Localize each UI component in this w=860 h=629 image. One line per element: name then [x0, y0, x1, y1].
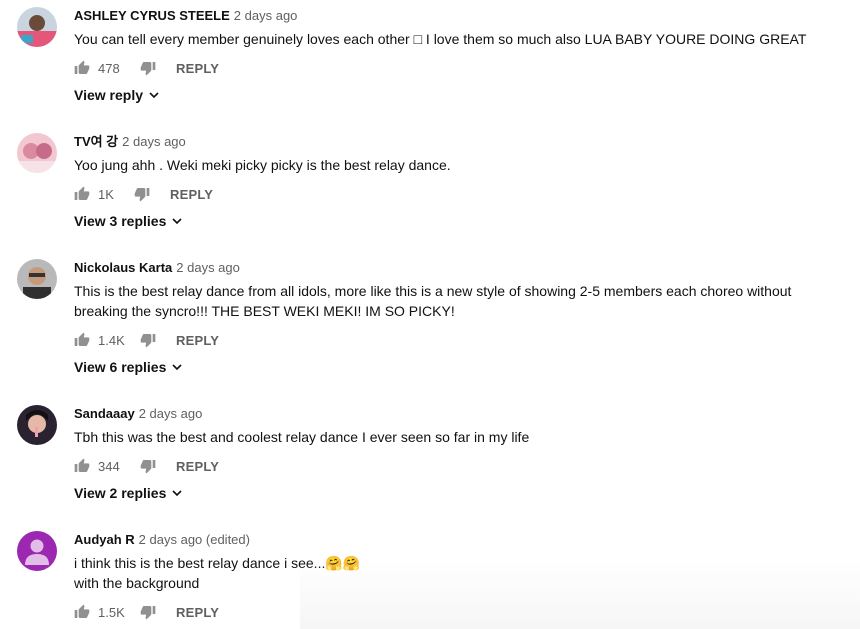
avatar[interactable] [17, 259, 57, 299]
reply-button[interactable]: REPLY [176, 333, 219, 348]
like-count: 478 [98, 60, 120, 76]
comment-text: Yoo jung ahh . Weki meki picky picky is … [74, 157, 451, 173]
like-count: 344 [98, 458, 120, 474]
view-replies-button[interactable]: View 3 replies [74, 213, 183, 229]
author-name[interactable]: Nickolaus Karta [74, 260, 172, 275]
chevron-down-icon [172, 364, 182, 371]
avatar[interactable] [17, 405, 57, 445]
comment-header: Sandaaay 2 days ago [74, 405, 202, 423]
author-name[interactable]: Sandaaay [74, 406, 135, 421]
comment-thread: ASHLEY CYRUS STEELE 2 days ago You can te… [0, 7, 860, 111]
chevron-down-icon [172, 490, 182, 497]
comment-timestamp[interactable]: 2 days ago [122, 134, 186, 149]
like-count: 1K [98, 186, 114, 202]
thumb-up-icon[interactable] [74, 458, 90, 474]
view-replies-label: View 2 replies [74, 485, 167, 501]
comment-text: i think this is the best relay dance i s… [74, 555, 361, 591]
comment-thread: Audyah R 2 days ago (edited) i think this… [0, 531, 860, 629]
view-replies-label: View reply [74, 87, 144, 103]
author-name[interactable]: TV여 강 [74, 134, 118, 149]
thumb-down-icon[interactable] [140, 458, 156, 474]
comment-toolbar: 344 REPLY [74, 456, 219, 476]
thumb-up-icon[interactable] [74, 332, 90, 348]
comment-header: ASHLEY CYRUS STEELE 2 days ago [74, 7, 297, 25]
author-name[interactable]: ASHLEY CYRUS STEELE [74, 8, 230, 23]
avatar[interactable] [17, 133, 57, 173]
avatar[interactable] [17, 531, 57, 571]
thumb-up-icon[interactable] [74, 60, 90, 76]
comment-timestamp[interactable]: 2 days ago [139, 406, 203, 421]
view-replies-button[interactable]: View 2 replies [74, 485, 183, 501]
comment-timestamp[interactable]: 2 days ago [234, 8, 298, 23]
view-replies-button[interactable]: View reply [74, 87, 160, 103]
thumb-down-icon[interactable] [134, 186, 150, 202]
comment-header: Audyah R 2 days ago (edited) [74, 531, 250, 549]
thumb-up-icon[interactable] [74, 604, 90, 620]
thumb-up-icon[interactable] [74, 186, 90, 202]
comment-toolbar: 1.5K REPLY [74, 602, 219, 622]
comment-timestamp[interactable]: 2 days ago [176, 260, 240, 275]
person-icon [17, 531, 57, 571]
thumb-down-icon[interactable] [140, 60, 156, 76]
comment-timestamp[interactable]: 2 days ago (edited) [139, 532, 250, 547]
comment-toolbar: 1K REPLY [74, 184, 213, 204]
chevron-down-icon [149, 92, 159, 99]
thumb-down-icon[interactable] [140, 604, 156, 620]
reply-button[interactable]: REPLY [176, 61, 219, 76]
author-name[interactable]: Audyah R [74, 532, 135, 547]
comment-header: TV여 강 2 days ago [74, 133, 186, 151]
view-replies-label: View 6 replies [74, 359, 167, 375]
comment-toolbar: 1.4K REPLY [74, 330, 219, 350]
chevron-down-icon [172, 218, 182, 225]
like-count: 1.4K [98, 332, 125, 348]
thumb-down-icon[interactable] [140, 332, 156, 348]
view-replies-button[interactable]: View 6 replies [74, 359, 183, 375]
comment-thread: TV여 강 2 days ago Yoo jung ahh . Weki meki… [0, 133, 860, 237]
reply-button[interactable]: REPLY [176, 605, 219, 620]
comment-header: Nickolaus Karta 2 days ago [74, 259, 240, 277]
avatar[interactable] [17, 7, 57, 47]
comment-text: You can tell every member genuinely love… [74, 31, 807, 47]
reply-button[interactable]: REPLY [170, 187, 213, 202]
reply-button[interactable]: REPLY [176, 459, 219, 474]
comment-toolbar: 478 REPLY [74, 58, 219, 78]
view-replies-label: View 3 replies [74, 213, 167, 229]
comment-text: This is the best relay dance from all id… [74, 283, 792, 319]
comment-thread: Sandaaay 2 days ago Tbh this was the best… [0, 405, 860, 509]
comment-text: Tbh this was the best and coolest relay … [74, 429, 530, 445]
like-count: 1.5K [98, 604, 125, 620]
comment-thread: Nickolaus Karta 2 days ago This is the be… [0, 259, 860, 383]
